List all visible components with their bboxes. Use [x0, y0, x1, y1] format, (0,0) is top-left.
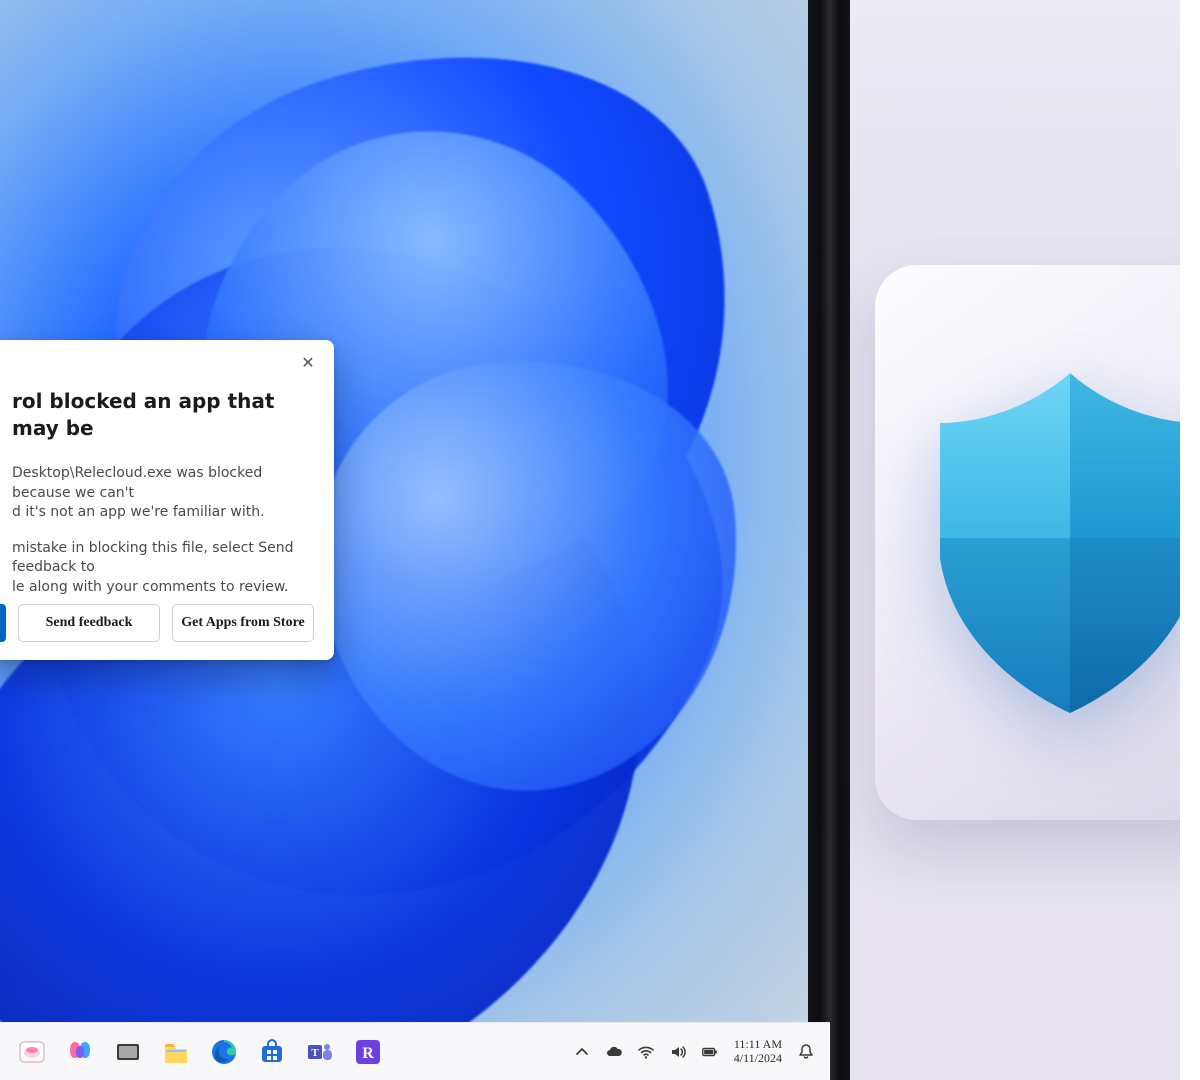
- custom-app-icon: [18, 1038, 46, 1066]
- speaker-icon: [669, 1043, 687, 1061]
- taskbar-clock[interactable]: 11:11 AM 4/11/2024: [728, 1030, 788, 1074]
- r-app-icon: R: [354, 1038, 382, 1066]
- file-explorer-icon: [162, 1038, 190, 1066]
- taskbar-app-r[interactable]: R: [346, 1030, 390, 1074]
- tray-overflow-button[interactable]: [568, 1030, 596, 1074]
- battery-icon: [701, 1043, 719, 1061]
- page-margin-right: [1180, 0, 1200, 1080]
- smart-app-control-notification: ✕ rol blocked an app that may be Desktop…: [0, 340, 334, 660]
- primary-button-cutoff[interactable]: [0, 604, 6, 642]
- chevron-up-icon: [573, 1043, 591, 1061]
- taskbar-app-store[interactable]: [250, 1030, 294, 1074]
- copilot-icon: [66, 1038, 94, 1066]
- notification-body-line-2: mistake in blocking this file, select Se…: [12, 539, 314, 598]
- svg-text:R: R: [362, 1045, 374, 1062]
- edge-icon: [210, 1038, 238, 1066]
- taskbar-app-copilot[interactable]: [58, 1030, 102, 1074]
- notification-actions: Send feedback Get Apps from Store: [0, 604, 334, 642]
- get-apps-from-store-button[interactable]: Get Apps from Store: [172, 604, 314, 642]
- notification-title: rol blocked an app that may be: [12, 388, 314, 442]
- taskbar-app-file-explorer[interactable]: [154, 1030, 198, 1074]
- tray-wifi[interactable]: [632, 1030, 660, 1074]
- windows-security-tile: [875, 265, 1200, 820]
- system-tray: 11:11 AM 4/11/2024: [568, 1023, 820, 1080]
- wifi-icon: [637, 1043, 655, 1061]
- tray-onedrive[interactable]: [600, 1030, 628, 1074]
- clock-date: 4/11/2024: [734, 1052, 782, 1066]
- bell-icon: [797, 1043, 815, 1061]
- taskbar-app-teams[interactable]: T: [298, 1030, 342, 1074]
- svg-text:T: T: [311, 1047, 319, 1059]
- store-icon: [258, 1038, 286, 1066]
- tray-sound[interactable]: [664, 1030, 692, 1074]
- taskbar-app-custom[interactable]: [10, 1030, 54, 1074]
- tray-notifications[interactable]: [792, 1030, 820, 1074]
- desktop-left-monitor: ✕ rol blocked an app that may be Desktop…: [0, 0, 830, 1080]
- shield-icon: [920, 363, 1200, 723]
- teams-icon: T: [306, 1038, 334, 1066]
- close-button[interactable]: ✕: [294, 350, 322, 378]
- tray-battery[interactable]: [696, 1030, 724, 1074]
- taskbar: T R: [0, 1022, 830, 1080]
- clock-time: 11:11 AM: [734, 1038, 782, 1052]
- task-view-icon: [114, 1038, 142, 1066]
- notification-body-line-1: Desktop\Relecloud.exe was blocked becaus…: [12, 464, 314, 523]
- desktop-right-monitor: [830, 0, 1200, 1080]
- taskbar-app-edge[interactable]: [202, 1030, 246, 1074]
- send-feedback-button[interactable]: Send feedback: [18, 604, 160, 642]
- cloud-icon: [605, 1043, 623, 1061]
- taskbar-apps: T R: [10, 1023, 390, 1080]
- taskbar-app-task-view[interactable]: [106, 1030, 150, 1074]
